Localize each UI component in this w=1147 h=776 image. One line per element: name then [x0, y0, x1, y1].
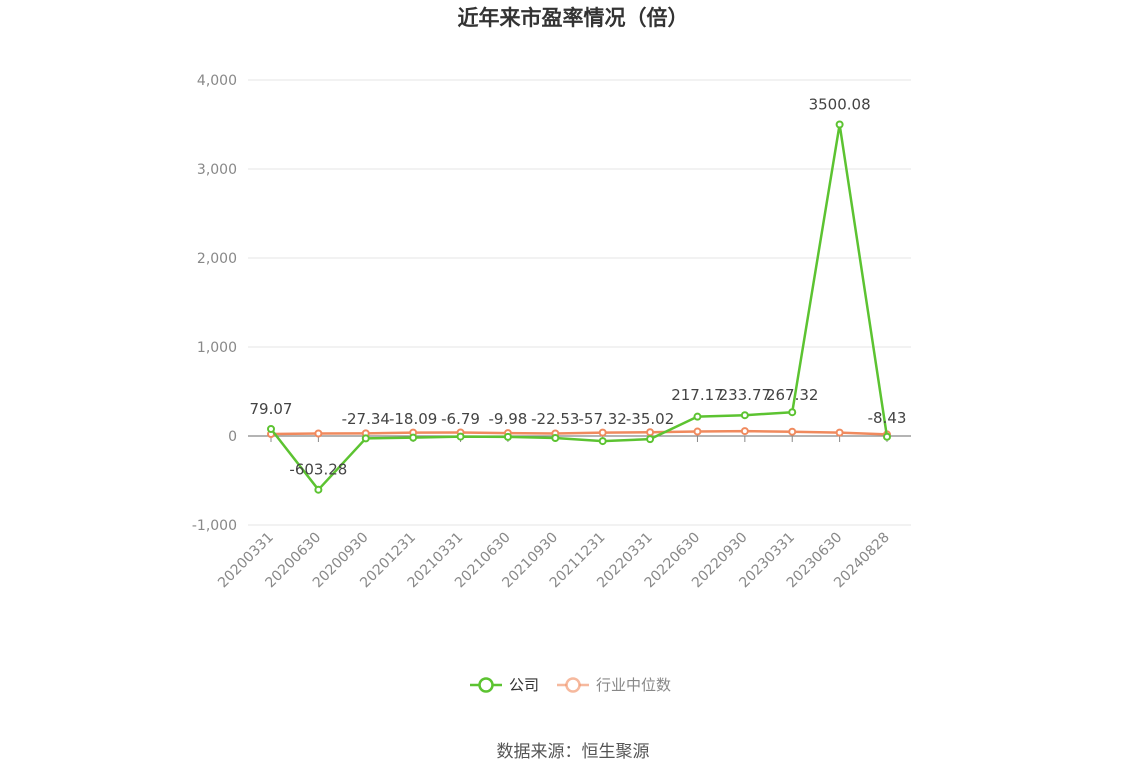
legend[interactable]: 公司 行业中位数	[470, 676, 671, 694]
company-point[interactable]	[883, 432, 891, 441]
legend-item-company[interactable]: 公司	[470, 676, 539, 694]
company-point[interactable]	[456, 432, 465, 441]
company-point[interactable]	[646, 435, 655, 444]
industry-median-point[interactable]	[314, 429, 323, 438]
data-label-layer: 79.07 -603.28 -27.34 -18.09 -6.79 -9.98 -22.53…	[250, 95, 907, 478]
company-point[interactable]	[740, 411, 749, 420]
y-tick-label: -1,000	[192, 518, 237, 534]
pe-ratio-chart: 近年来市盈率情况（倍） -1,000 0 1,000 2,000 3,000 4,000 2…	[192, 6, 911, 762]
company-data-label: 217.17	[671, 386, 724, 404]
industry-median-point[interactable]	[835, 428, 844, 437]
y-tick-label: 4,000	[197, 73, 237, 89]
company-point[interactable]	[788, 408, 797, 417]
industry-median-point[interactable]	[646, 428, 655, 437]
company-data-label: -35.02	[626, 410, 674, 428]
legend-marker-icon	[478, 677, 494, 693]
company-data-label: -57.32	[579, 410, 627, 428]
y-tick-label: 0	[228, 429, 237, 445]
company-point[interactable]	[693, 412, 702, 421]
company-data-label: 79.07	[250, 400, 293, 418]
company-data-label: 267.32	[766, 386, 819, 404]
industry-median-point[interactable]	[693, 427, 702, 436]
company-data-label: -6.79	[441, 410, 480, 428]
industry-median-point[interactable]	[788, 427, 797, 436]
y-tick-label: 2,000	[197, 251, 237, 267]
company-point[interactable]	[314, 485, 323, 494]
company-point[interactable]	[267, 424, 275, 433]
industry-median-point[interactable]	[598, 428, 607, 437]
chart-title: 近年来市盈率情况（倍）	[458, 6, 689, 30]
data-source-note: 数据来源：恒生聚源	[497, 742, 650, 762]
company-point[interactable]	[835, 120, 844, 129]
company-point[interactable]	[409, 433, 418, 442]
company-point[interactable]	[361, 434, 370, 443]
y-tick-label: 1,000	[197, 340, 237, 356]
legend-label: 行业中位数	[596, 676, 671, 694]
company-data-label: -18.09	[389, 410, 437, 428]
company-data-label: 3500.08	[809, 95, 871, 113]
company-point[interactable]	[503, 432, 512, 441]
legend-item-industry-median[interactable]: 行业中位数	[557, 676, 671, 694]
company-data-label: 233.77	[719, 386, 772, 404]
legend-marker-icon	[565, 677, 581, 693]
company-point[interactable]	[551, 434, 560, 443]
company-data-label: -9.98	[489, 410, 528, 428]
legend-label: 公司	[509, 676, 539, 694]
industry-median-point[interactable]	[740, 427, 749, 436]
y-tick-label: 3,000	[197, 162, 237, 178]
axis-layer: -1,00001,0002,0003,0004,0002020033120200…	[192, 73, 911, 591]
company-data-label: -27.34	[342, 410, 390, 428]
company-data-label: -603.28	[289, 461, 347, 479]
company-data-label: -22.53	[531, 410, 579, 428]
company-data-label: -8.43	[868, 409, 907, 427]
company-point[interactable]	[598, 437, 607, 446]
series-layer	[267, 120, 891, 494]
